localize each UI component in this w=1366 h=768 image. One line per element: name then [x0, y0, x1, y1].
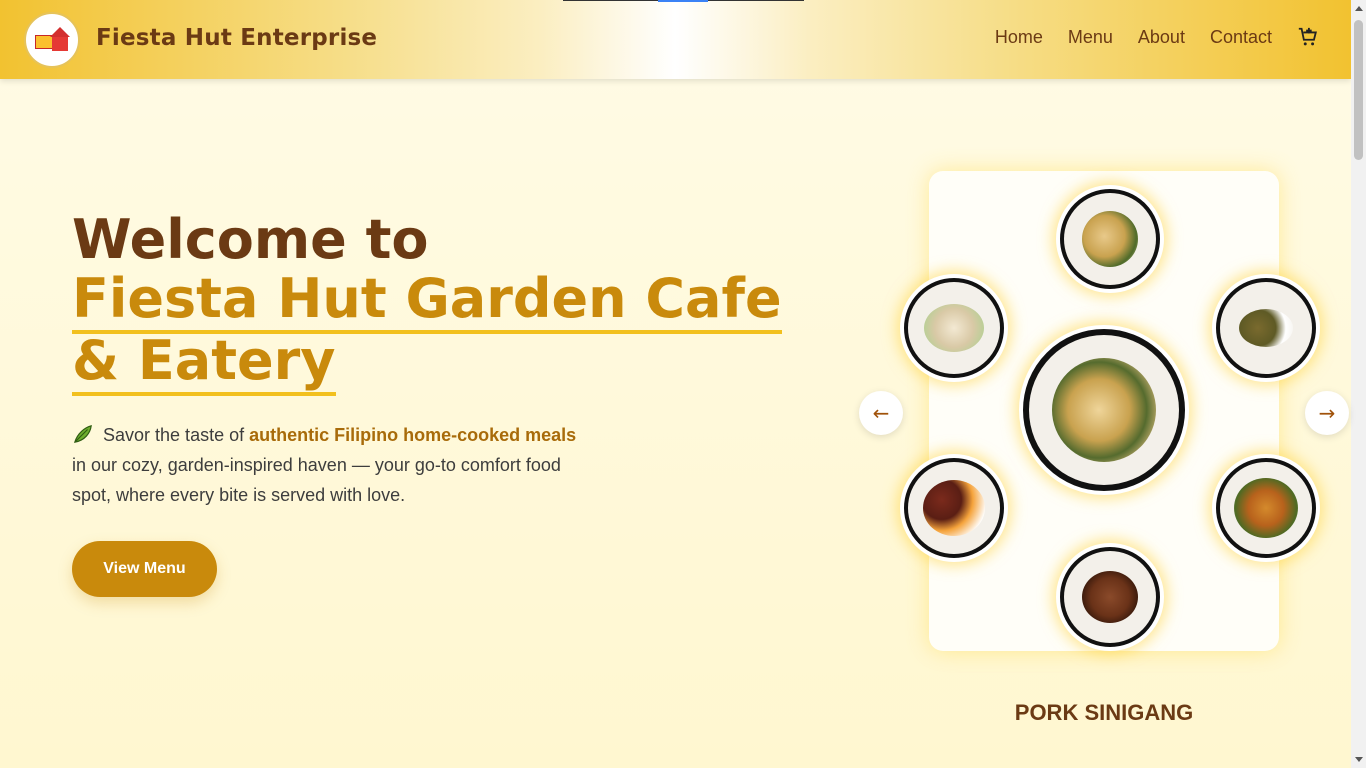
dish-thumb-bottom[interactable]	[1056, 543, 1164, 651]
desc-before: Savor the taste of	[103, 425, 245, 445]
top-strip-accent	[658, 0, 708, 2]
leaf-icon	[72, 423, 94, 443]
desc-highlight: authentic Filipino home-cooked meals	[249, 425, 577, 445]
cart-icon[interactable]	[1297, 26, 1319, 48]
brand-title[interactable]: Fiesta Hut Enterprise	[96, 25, 377, 51]
nav-home[interactable]: Home	[995, 27, 1043, 48]
scroll-up-icon[interactable]	[1355, 6, 1363, 11]
dish-thumb-upper-right[interactable]	[1212, 274, 1320, 382]
dish-thumb-upper-left[interactable]	[900, 274, 1008, 382]
site-header: Fiesta Hut Enterprise Home Menu About Co…	[0, 0, 1351, 79]
carousel-prev-button[interactable]: ←	[859, 391, 903, 435]
view-menu-button[interactable]: View Menu	[72, 541, 217, 597]
carousel-next-button[interactable]: →	[1305, 391, 1349, 435]
nav-about[interactable]: About	[1138, 27, 1185, 48]
page-scrollbar[interactable]	[1351, 0, 1366, 768]
dish-thumb-lower-left[interactable]	[900, 454, 1008, 562]
hero-title-name-text: Fiesta Hut Garden Cafe & Eatery	[72, 267, 782, 396]
main-nav: Home Menu About Contact	[995, 26, 1319, 48]
dish-featured[interactable]	[1019, 325, 1189, 495]
nav-menu[interactable]: Menu	[1068, 27, 1113, 48]
nav-contact[interactable]: Contact	[1210, 27, 1272, 48]
hero-title-welcome: Welcome to	[72, 208, 429, 271]
dish-thumb-lower-right[interactable]	[1212, 454, 1320, 562]
scroll-down-icon[interactable]	[1355, 757, 1363, 762]
hero-title-name: Fiesta Hut Garden Cafe & Eatery	[72, 267, 832, 396]
restaurant-house-logo-icon	[35, 27, 70, 53]
hero-description: Savor the taste of authentic Filipino ho…	[72, 420, 592, 510]
logo[interactable]	[24, 12, 80, 68]
current-dish-name: PORK SINIGANG	[1014, 700, 1194, 725]
dish-thumb-top[interactable]	[1056, 185, 1164, 293]
desc-after: in our cozy, garden-inspired haven — you…	[72, 455, 561, 505]
scroll-thumb[interactable]	[1354, 20, 1363, 160]
